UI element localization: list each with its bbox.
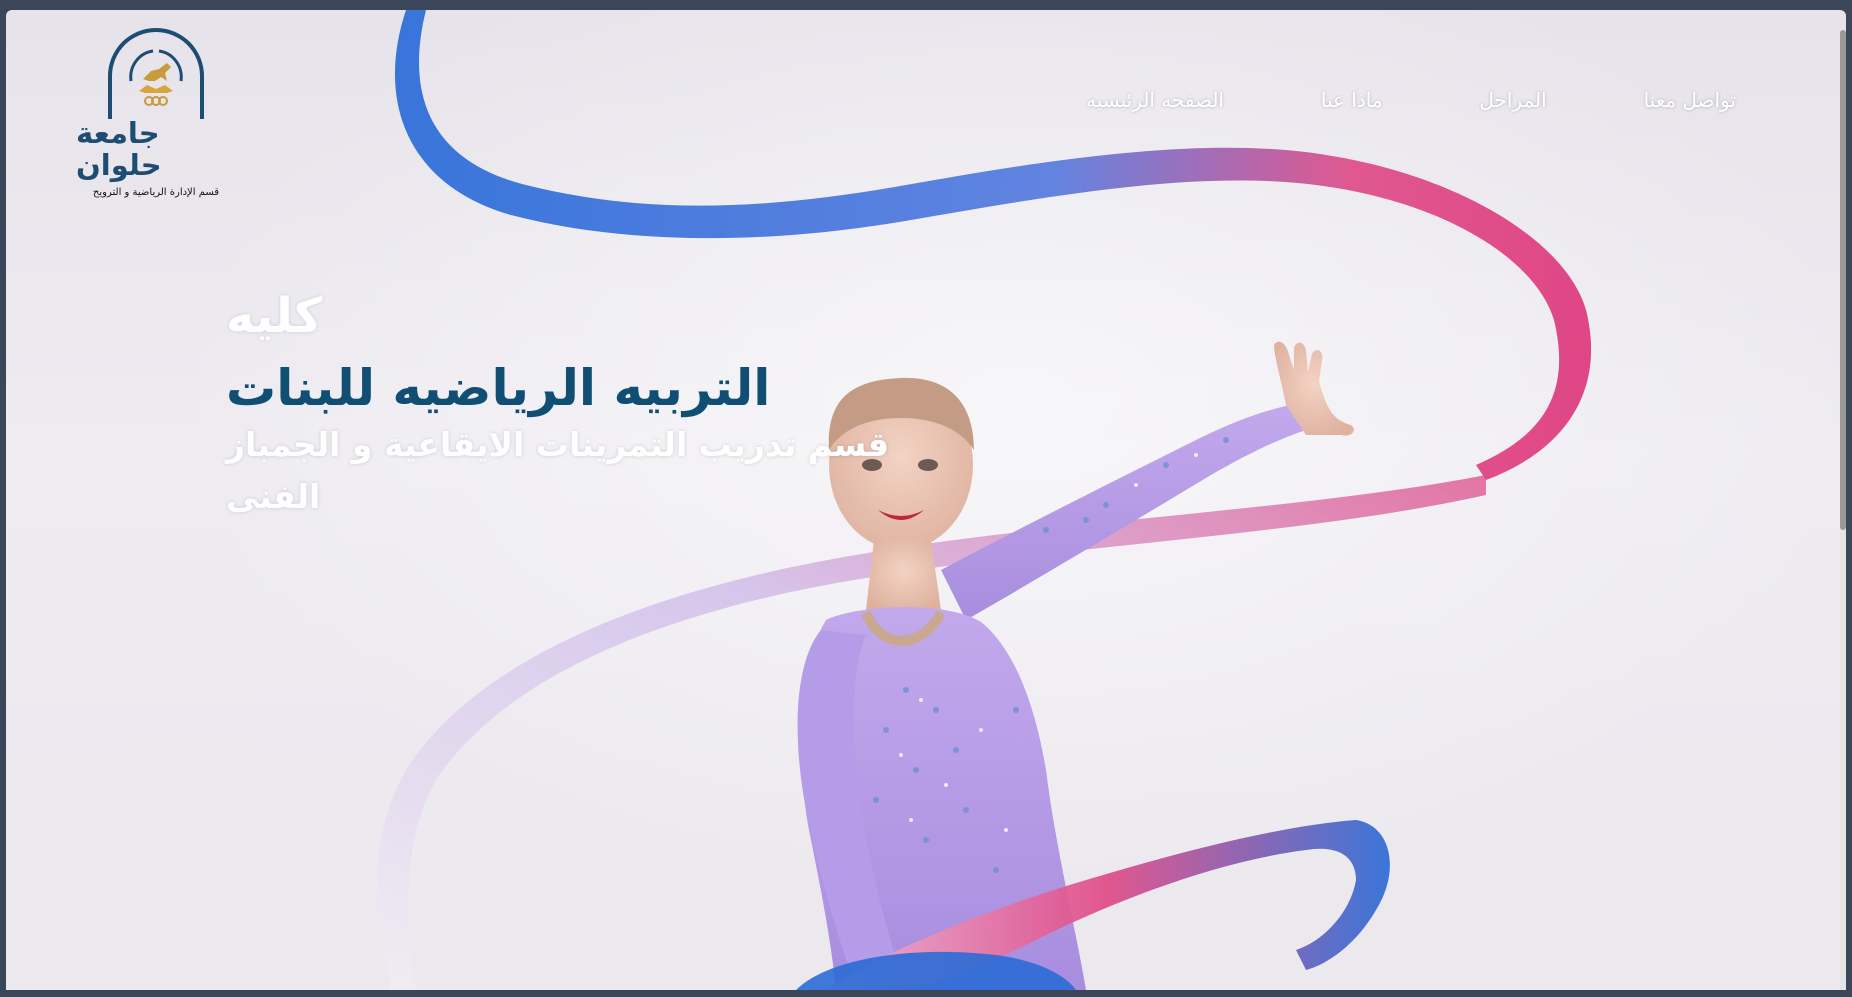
hero-page: جامعة حلوان قسم الإدارة الرياضية و الترو… (6, 10, 1846, 990)
logo-name: جامعة حلوان (76, 116, 163, 182)
logo-arch (108, 28, 204, 119)
logo-subtitle: قسم الإدارة الرياضية و الترويح (92, 187, 220, 198)
nav-contact[interactable]: تواصل معنا (1644, 88, 1736, 112)
hero-subtitle: التربيه الرياضيه للبنات (226, 359, 771, 417)
main-nav: تواصل معنا المراحل ماذا عنا الصفحه الرئي… (1086, 80, 1736, 120)
scrollbar-thumb[interactable] (1840, 30, 1846, 530)
hero-tagline: قسم تدريب التمرينات الايقاعية و الجمباز … (226, 425, 889, 516)
university-emblem-icon (129, 49, 183, 106)
university-logo[interactable]: جامعة حلوان قسم الإدارة الرياضية و الترو… (76, 28, 236, 198)
hero-title: كليه (226, 288, 323, 344)
hero-text: كليه التربيه الرياضيه للبنات قسم تدريب ا… (226, 285, 966, 523)
page-scrollbar[interactable] (1840, 30, 1846, 990)
nav-stages[interactable]: المراحل (1479, 88, 1546, 112)
nav-about[interactable]: ماذا عنا (1321, 88, 1383, 112)
nav-home[interactable]: الصفحه الرئيسيه (1086, 88, 1224, 112)
